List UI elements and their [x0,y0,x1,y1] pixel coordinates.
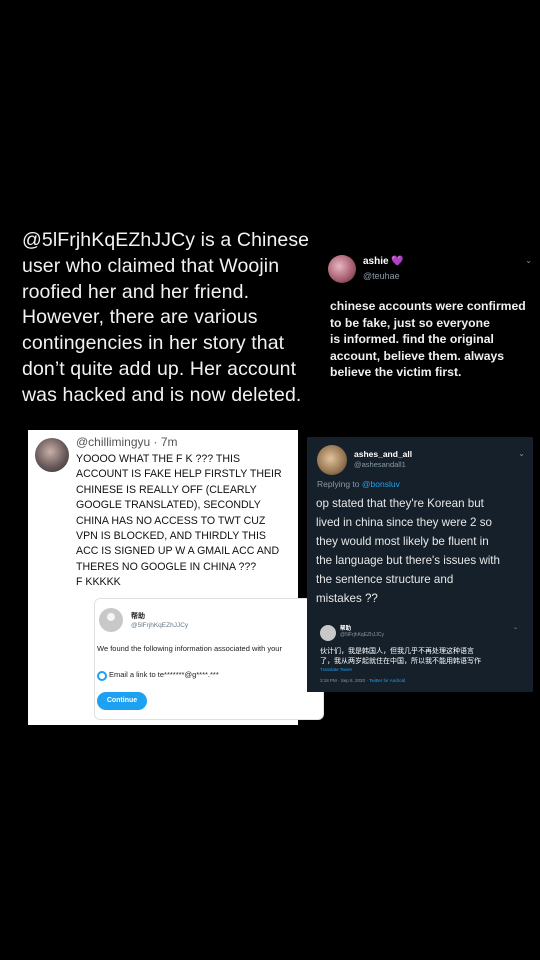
left-tweet-screenshot: @chillimingyu · 7m YOOOO WHAT THE F K ??… [28,430,324,725]
quoted-author-name: 帮助 [340,626,352,632]
tweet-line: the sentence structure and [316,573,454,586]
quoted-tweet-text: 伙计们，我是韩国人，但我几乎不再处理这种语言 了，我从两岁起就住在中国，所以我不… [320,647,520,667]
headline-line: don’t quite add up. Her account [22,357,297,380]
tweet-meta: 3:18 PM · Sep 8, 2020 · Twitter for Andr… [320,678,405,683]
email-option-label[interactable]: Email a link to te*******@g****.*** [109,670,219,679]
quoted-tweet[interactable]: 帮助 @5lFrjhKqEZhJJCy ⌄ 伙计们，我是韩国人，但我几乎不再处理… [316,616,522,688]
tweet-author-handle[interactable]: @chillimingyu · 7m [76,435,178,449]
chevron-down-icon[interactable]: ⌄ [513,624,518,631]
translate-tweet-link[interactable]: Translate Tweet [320,667,352,672]
tweet-line: CHINA HAS NO ACCESS TO TWT CUZ [76,514,266,527]
default-avatar-icon [99,608,123,632]
headline-text: @5lFrjhKqEZhJJCy is a Chinese user who c… [22,228,322,409]
email-radio-button[interactable] [97,671,107,681]
author-name-text: ashie [363,256,389,267]
tweet-line: mistakes ?? [316,592,378,605]
tweet-line: THERES NO GOOGLE IN CHINA ??? [76,560,257,573]
replying-to-handle[interactable]: @bonsluv [362,479,400,489]
tweet-line: F KKKKK [76,576,121,589]
embedded-author-name: 帮助 [131,613,145,620]
tweet-line: lived in china since they were 2 so [316,516,492,529]
tweet-line: ACCOUNT IS FAKE HELP FIRSTLY THEIR [76,468,282,481]
tweet-body: YOOOO WHAT THE F K ??? THIS ACCOUNT IS F… [76,452,296,591]
tweet-line: YOOOO WHAT THE F K ??? THIS [76,453,241,465]
chevron-down-icon[interactable]: ⌄ [518,449,525,458]
tweet-line: ACC IS SIGNED UP W A GMAIL ACC AND [76,545,280,558]
avatar[interactable] [35,438,69,472]
tweet-author-name[interactable]: ashie 💜 [363,256,404,267]
tweet-line: CHINESE IS REALLY OFF (CLEARLY [76,483,257,496]
replying-to-label: Replying to [317,479,362,489]
avatar[interactable] [317,445,347,475]
headline-line: However, there are various [22,306,258,329]
tweet-line: is informed. find the original [330,332,494,346]
tweet-body: op stated that they're Korean but lived … [316,494,532,608]
tweet-author-handle[interactable]: @teuhae [363,271,400,281]
quoted-line: 了，我从两岁起就住在中国，所以我不能用韩语写作 [320,658,481,665]
headline-line: was hacked and is now deleted. [22,383,302,406]
default-avatar-icon [320,625,336,641]
replying-to: Replying to @bonsluv [317,479,400,489]
right-tweet-screenshot: ashes_and_all @ashesandall1 ⌄ Replying t… [307,437,533,692]
headline-line: user who claimed that Woojin [22,254,280,277]
tweet-author-name[interactable]: ashes_and_all [354,449,412,459]
embedded-author-handle: @5lFrjhKqEZhJJCy [131,622,189,629]
quoted-line: 伙计们，我是韩国人，但我几乎不再处理这种语言 [320,648,474,655]
tweet-line: the language but there's issues with [316,554,500,567]
tweet-line: op stated that they're Korean but [316,497,484,510]
headline-line: @5lFrjhKqEZhJJCy is a Chinese [22,229,310,251]
chevron-down-icon[interactable]: ⌄ [525,256,532,265]
tweet-timestamp: 3:18 PM · Sep 8, 2020 · [320,678,369,683]
headline-line: contingencies in her story that [22,332,285,355]
avatar[interactable] [328,255,356,283]
tweet-line: chinese accounts were confirmed [330,299,526,313]
tweet-line: VPN IS BLOCKED, AND THIRDLY THIS [76,530,266,543]
tweet-line: believe the victim first. [330,365,462,379]
tweet-body: chinese accounts were confirmed to be fa… [330,298,540,381]
tweet-line: to be fake, just so everyone [330,315,490,330]
found-info-text: We found the following information assoc… [97,644,282,653]
continue-button[interactable]: Continue [97,692,147,710]
embedded-password-reset-card: 帮助 @5lFrjhKqEZhJJCy We found the followi… [94,598,324,720]
heart-icon: 💜 [391,256,404,267]
tweet-line: account, believe them. always [330,348,505,363]
headline-line: roofied her and her friend. [22,280,250,303]
tweet-line: GOOGLE TRANSLATED), SECONDLY [76,499,261,512]
tweet-author-handle[interactable]: @ashesandall1 [354,460,406,469]
quoted-author-handle: @5lFrjhKqEZhJJCy [340,632,384,638]
tweet-line: they would most likely be fluent in [316,535,489,548]
tweet-source-link[interactable]: Twitter for Android [369,678,405,683]
